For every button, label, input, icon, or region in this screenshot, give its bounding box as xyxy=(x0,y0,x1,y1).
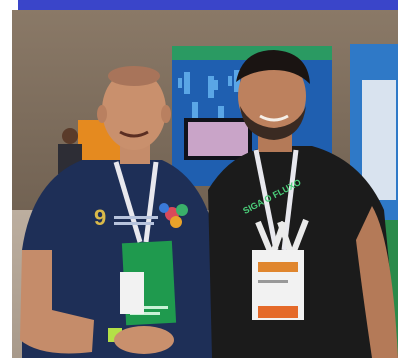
background-person-head xyxy=(62,128,78,144)
photo-illustration: 9 SIGA O FLUXO xyxy=(12,10,398,358)
tv-picture xyxy=(188,122,248,156)
top-banner-strip xyxy=(18,0,398,10)
event-photo: 9 SIGA O FLUXO xyxy=(12,10,398,358)
shirt-number-nine: 9 xyxy=(94,205,106,230)
